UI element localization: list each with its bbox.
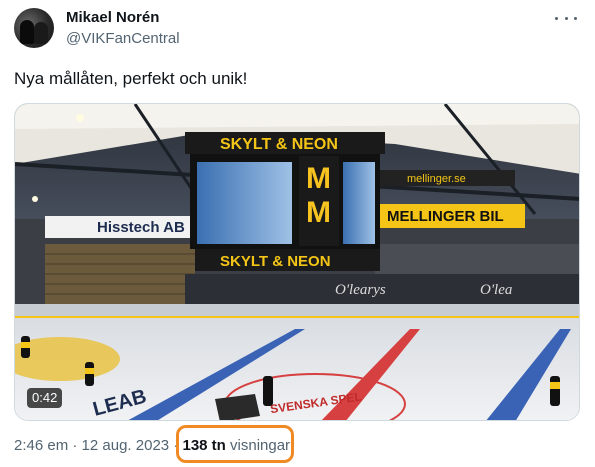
mcdonalds-logo-icon-2: M [306,196,331,229]
banner-top-text: mellinger.se [407,173,466,185]
author-handle[interactable]: @VIKFanCentral [66,30,180,48]
video-frame: Hisstech AB MELLINGER BIL mellinger.se S… [15,104,579,420]
tweet-time[interactable]: 2:46 em [14,437,68,454]
tweet-date[interactable]: 12 aug. 2023 [82,437,170,454]
video-player[interactable]: Hisstech AB MELLINGER BIL mellinger.se S… [14,103,580,421]
cube-bottom-text: SKYLT & NEON [220,253,331,270]
tweet-header: Mikael Norén @VIKFanCentral [14,6,581,50]
author-display-name[interactable]: Mikael Norén [66,9,180,27]
banner-left-text: Hisstech AB [97,219,185,236]
more-options-icon[interactable] [555,10,577,26]
views-highlight-annotation [176,425,294,463]
board-text-1: O'learys [335,282,386,298]
tweet: Mikael Norén @VIKFanCentral Nya mållåten… [0,0,595,467]
tweet-text: Nya mållåten, perfekt och unik! [14,69,248,88]
banner-right-text: MELLINGER BIL [387,208,504,225]
meta-separator: · [72,437,78,454]
video-duration-badge: 0:42 [27,388,63,408]
board-text-2: O'lea [480,282,512,298]
avatar[interactable] [14,8,54,48]
mcdonalds-logo-icon: M [306,162,331,195]
cube-top-text: SKYLT & NEON [220,136,338,153]
author-names: Mikael Norén @VIKFanCentral [66,9,180,48]
